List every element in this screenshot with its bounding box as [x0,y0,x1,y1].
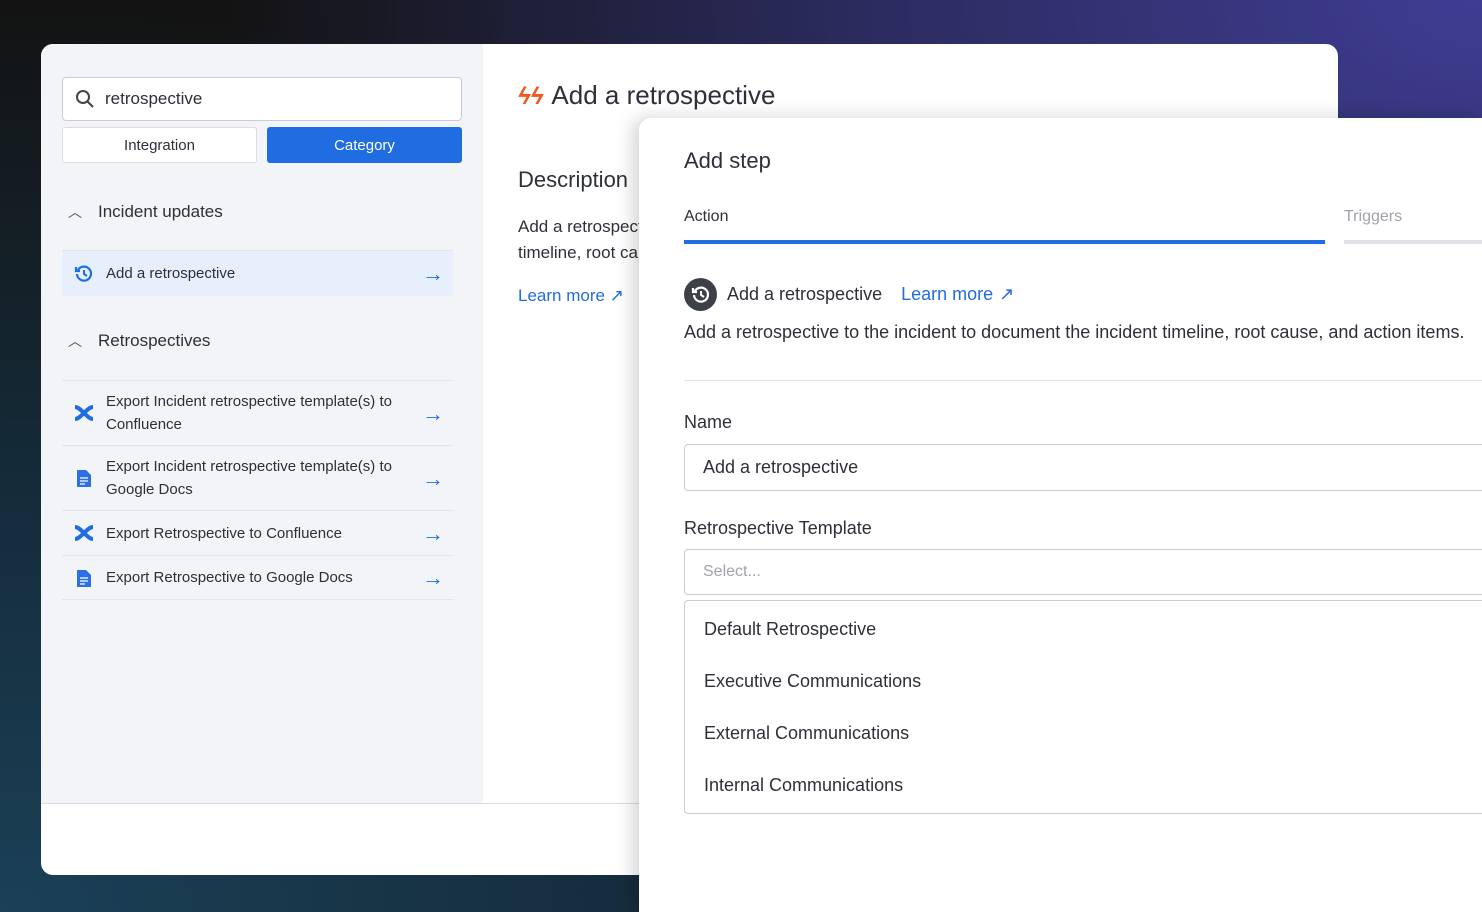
section-incident-updates[interactable]: ︿ Incident updates [68,202,223,222]
list-item[interactable]: Export Retrospective to Confluence → [62,510,453,555]
arrow-right-icon[interactable]: → [413,566,453,589]
template-label: Retrospective Template [684,518,872,538]
arrow-right-icon[interactable]: → [413,467,453,490]
item-label: Export Retrospective to Confluence [106,524,342,542]
name-input[interactable]: Add a retrospective [684,444,1482,491]
chevron-up-icon: ︿ [68,333,82,349]
arrow-right-icon[interactable]: → [413,522,453,545]
section-title: Incident updates [98,202,223,221]
item-label: Export Incident retrospective template(s… [106,393,392,433]
search-icon [76,90,94,108]
external-link-icon[interactable]: ↗ [999,284,1014,305]
filter-category[interactable]: Category [267,127,462,163]
history-icon [62,264,106,284]
description-heading: Description [518,167,629,192]
learn-more-link[interactable]: Learn more [901,284,993,305]
learn-more-link[interactable]: Learn more ↗ [518,286,624,306]
option-executive-communications[interactable]: Executive Communications [685,655,1482,707]
section-retrospectives[interactable]: ︿ Retrospectives [68,331,210,351]
search-box[interactable] [62,77,462,121]
action-description: Add a retrospective to the incident to d… [684,322,1465,342]
list-item[interactable]: Export Incident retrospective template(s… [62,380,453,445]
google-docs-icon [62,469,106,487]
name-label: Name [684,412,733,432]
action-sidebar: Integration Category ︿ Incident updates A… [41,44,483,803]
arrow-right-icon[interactable]: → [413,402,453,425]
item-label: Add a retrospective [106,265,236,282]
confluence-icon [62,524,106,542]
detail-title: ϟϟ Add a retrospective [518,80,776,110]
filter-integration[interactable]: Integration [62,127,257,163]
arrow-right-icon[interactable]: → [413,262,453,285]
divider [684,380,1482,381]
template-select[interactable]: Select... [684,549,1482,595]
item-label: Export Incident retrospective template(s… [106,458,392,498]
item-label: Export Retrospective to Google Docs [106,569,353,586]
google-docs-icon [62,569,106,587]
confluence-icon [62,404,106,422]
add-step-panel: Add step Action Triggers Add a retrospec… [639,118,1482,912]
tab-triggers[interactable]: Triggers [1344,208,1482,244]
template-dropdown: Default Retrospective Executive Communic… [684,600,1482,814]
option-default-retrospective[interactable]: Default Retrospective [685,603,1482,655]
option-internal-communications[interactable]: Internal Communications [685,759,1482,811]
action-name: Add a retrospective [727,284,883,304]
external-link-icon: ↗ [609,286,624,305]
action-header: Add a retrospective Learn more ↗ [684,278,1014,311]
list-item[interactable]: Export Retrospective to Google Docs → [62,555,453,600]
search-input[interactable] [105,89,445,109]
brand-logo-icon: ϟϟ [518,83,544,110]
tab-action[interactable]: Action [684,208,1325,244]
option-external-communications[interactable]: External Communications [685,707,1482,759]
chevron-up-icon: ︿ [68,204,82,220]
list-item[interactable]: Add a retrospective → [62,250,453,296]
panel-title: Add step [684,148,771,173]
section-title: Retrospectives [98,331,211,350]
list-item[interactable]: Export Incident retrospective template(s… [62,445,453,510]
history-icon [684,278,717,311]
